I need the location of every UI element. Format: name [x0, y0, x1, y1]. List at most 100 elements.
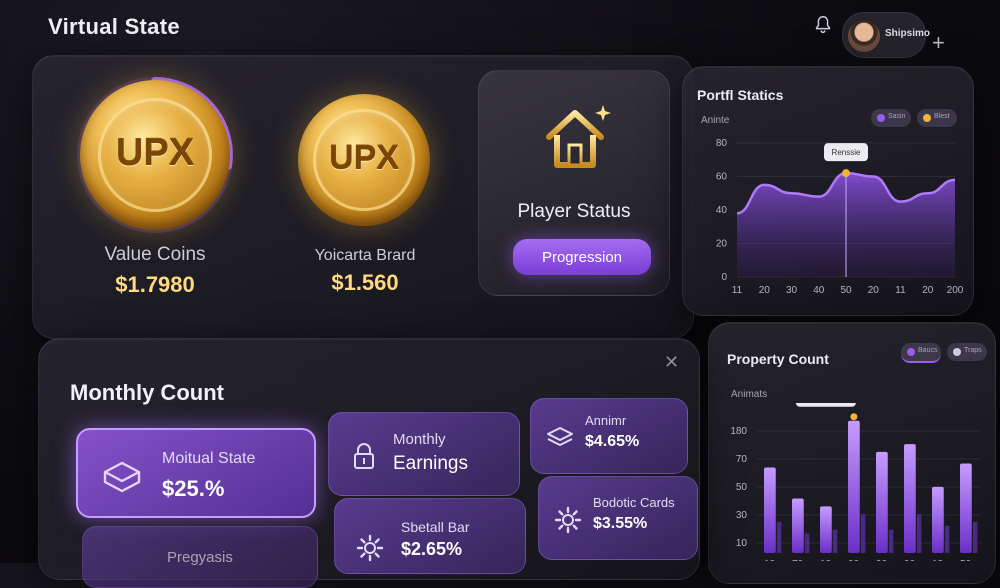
- x-tick-label: 11: [895, 285, 906, 296]
- portfolio-stats-panel: Portfl Statics Aninte Sasin Blest 0 20 40 6…: [682, 66, 974, 316]
- tile-label: Sbetall Bar: [401, 519, 470, 535]
- tile-pregyasis[interactable]: Pregyasis: [82, 526, 318, 588]
- bar: [888, 529, 894, 553]
- y-tick-label: 80: [716, 138, 728, 149]
- legend-label: Blest: [934, 113, 950, 120]
- player-status-title: Player Status: [517, 201, 631, 222]
- bar: [972, 521, 978, 553]
- x-tick-label: 50: [840, 285, 852, 296]
- y-tick-label: 0: [721, 272, 727, 283]
- property-bar-chart[interactable]: 103050701801070100090901050Emmatas ▾: [719, 403, 989, 561]
- player-status-card[interactable]: Player Status Progression: [478, 70, 670, 296]
- legend-toggle[interactable]: Baucs: [901, 343, 941, 363]
- bar: [960, 463, 972, 553]
- y-tick-label: 30: [736, 510, 748, 521]
- lock-icon: [354, 443, 374, 469]
- y-tick-label: 40: [716, 205, 728, 216]
- x-tick-label: 10: [820, 559, 832, 561]
- panel-title: Property Count: [727, 351, 829, 367]
- legend-label: Sasin: [888, 113, 906, 120]
- x-tick-label: 90: [876, 559, 888, 561]
- bar: [876, 451, 888, 553]
- tile-annimr[interactable]: Annimr $4.65%: [530, 398, 688, 474]
- x-tick-label: 30: [786, 285, 798, 296]
- property-count-panel: Property Count Animats Baucs Traps 10 30 5…: [708, 322, 996, 584]
- tile-label: Moitual State: [162, 450, 256, 467]
- tile-label: Pregyasis: [167, 549, 233, 566]
- x-tick-label: 20: [922, 285, 934, 296]
- coin-emblem: UPX: [329, 139, 399, 177]
- progression-button[interactable]: Progression: [513, 239, 651, 275]
- x-tick-label: 10: [764, 559, 776, 561]
- y-tick-label: 20: [716, 239, 728, 250]
- bar: [764, 467, 776, 553]
- y-tick-label: 70: [736, 454, 748, 465]
- x-tick-label: 00: [848, 559, 860, 561]
- tile-label: Annimr: [585, 413, 627, 428]
- legend-toggle[interactable]: Traps: [947, 343, 987, 361]
- x-tick-label: 70: [792, 559, 804, 561]
- house-icon: [546, 105, 611, 168]
- x-tick-label: 20: [868, 285, 880, 296]
- add-button[interactable]: +: [932, 30, 945, 56]
- x-tick-label: 200: [947, 285, 963, 296]
- highlight-point: [850, 413, 858, 421]
- tile-value: $3.55%: [593, 515, 648, 532]
- legend-label: Baucs: [918, 347, 938, 354]
- coin-label: Value Coins: [104, 244, 206, 265]
- x-tick-label: 50: [960, 559, 972, 561]
- tile-label: Monthly: [393, 431, 446, 448]
- legend-label: Traps: [964, 347, 982, 354]
- coin-emblem: UPX: [115, 132, 195, 174]
- bar: [804, 533, 810, 553]
- stack-icon: [547, 427, 573, 446]
- user-name: Shipsimo: [885, 28, 931, 39]
- axis-label: Aninte: [701, 115, 730, 126]
- tooltip-text: Renssie: [832, 148, 861, 157]
- bar: [860, 514, 866, 553]
- bar: [932, 486, 944, 553]
- legend-dot: [877, 114, 885, 122]
- portfolio-area-chart[interactable]: 0 20 40 60 80 11 20 30 40 50 20 11 20 200 Renssie: [693, 129, 963, 299]
- tile-value: $4.65%: [585, 433, 640, 450]
- bar: [848, 420, 860, 553]
- x-tick-label: 20: [759, 285, 771, 296]
- legend-dot: [907, 348, 915, 356]
- bar: [916, 514, 922, 553]
- legend-dot: [953, 348, 961, 356]
- legend-toggle[interactable]: Sasin: [871, 109, 911, 127]
- y-tick-label: 180: [730, 426, 747, 437]
- x-tick-label: 40: [813, 285, 825, 296]
- gear-icon: [356, 534, 384, 562]
- user-menu[interactable]: Shipsimo: [842, 12, 930, 58]
- tile-value: Earnings: [393, 453, 468, 474]
- coin-value: $1.560: [331, 270, 399, 295]
- tile-value: $25.%: [162, 476, 225, 501]
- x-tick-label: 10: [932, 559, 944, 561]
- axis-label: Animats: [731, 389, 768, 400]
- bar: [904, 444, 916, 553]
- bar: [792, 498, 804, 553]
- upx-coin-icon: UPX: [80, 80, 230, 230]
- legend-toggle[interactable]: Blest: [917, 109, 957, 127]
- tile-value: $2.65%: [401, 539, 463, 559]
- coin-label: Yoicarta Brard: [314, 247, 416, 264]
- bell-icon[interactable]: [812, 14, 834, 36]
- tile-monthly-earnings[interactable]: Monthly Earnings: [328, 412, 520, 496]
- avatar: [847, 19, 881, 53]
- x-tick-label: 11: [732, 285, 743, 296]
- coin-value: $1.7980: [115, 272, 195, 297]
- tile-bodotic-cards[interactable]: Bodotic Cards $3.55%: [538, 476, 698, 560]
- box-icon: [103, 461, 141, 493]
- x-tick-label: 90: [904, 559, 916, 561]
- gear-icon: [554, 506, 582, 534]
- bar: [832, 529, 838, 553]
- monthly-count-title: Monthly Count: [70, 380, 224, 405]
- y-tick-label: 10: [736, 538, 748, 549]
- panel-title: Portfl Statics: [697, 87, 784, 103]
- close-icon[interactable]: ✕: [664, 352, 679, 373]
- page-title: Virtual State: [48, 14, 180, 39]
- tile-moitual-state[interactable]: Moitual State $25.%: [76, 428, 316, 518]
- tile-label: Bodotic Cards: [593, 495, 675, 510]
- highlight-point: [842, 169, 850, 178]
